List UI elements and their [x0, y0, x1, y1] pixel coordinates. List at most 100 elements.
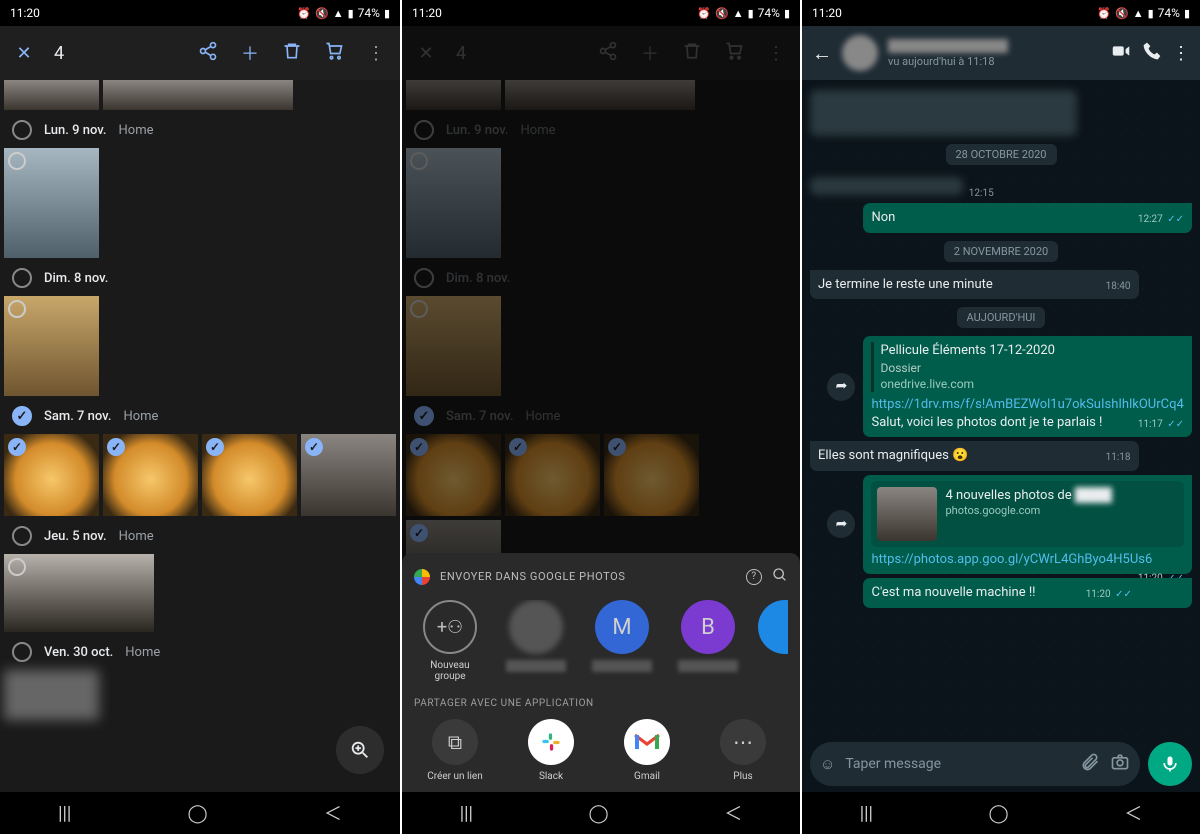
help-icon[interactable]: ?	[746, 569, 762, 585]
new-group-icon: +⚇	[423, 600, 477, 654]
date-section[interactable]: Ven. 30 oct. Home	[0, 632, 400, 670]
share-sheet[interactable]: ENVOYER DANS GOOGLE PHOTOS ? +⚇ Nouveau …	[402, 553, 800, 792]
photo-thumb[interactable]: ✓	[4, 434, 99, 516]
link-preview[interactable]: Pellicule Éléments 17-12-2020 Dossier on…	[871, 342, 1184, 392]
message-field[interactable]: ☺ Taper message	[810, 742, 1140, 786]
zoom-fab[interactable]	[336, 726, 384, 774]
forward-icon[interactable]: ➦	[827, 510, 855, 538]
select-day-checkbox[interactable]	[12, 120, 32, 140]
voice-call-icon[interactable]	[1142, 41, 1162, 66]
back-button[interactable]: ＜	[724, 800, 742, 826]
avatar: B	[681, 600, 735, 654]
home-button[interactable]: ◯	[589, 803, 609, 824]
home-button[interactable]: ◯	[989, 803, 1009, 824]
emoji-icon[interactable]: ☺	[820, 755, 835, 773]
message-out-link[interactable]: ➦ 4 nouvelles photos de ████ photos.goog…	[863, 475, 1192, 575]
share-icon[interactable]	[196, 41, 220, 66]
back-icon[interactable]: ←	[812, 41, 832, 66]
photo-thumb: ✓	[604, 434, 699, 516]
thumb-checkbox[interactable]	[8, 558, 26, 576]
share-icon[interactable]	[596, 41, 620, 66]
wifi-icon: ▲	[1133, 7, 1144, 20]
date-section[interactable]: Sam. 7 nov. Home	[0, 396, 400, 434]
add-icon[interactable]: ＋	[638, 40, 662, 66]
thumb-checkbox[interactable]	[8, 300, 26, 318]
photo-thumb[interactable]: ✓	[103, 434, 198, 516]
date-section[interactable]: Jeu. 5 nov. Home	[0, 516, 400, 554]
avatar[interactable]	[842, 35, 878, 71]
contact-name	[888, 39, 1008, 53]
back-button[interactable]: ＜	[324, 800, 342, 826]
thumb-checkbox[interactable]: ✓	[206, 438, 224, 456]
thumb-checkbox[interactable]: ✓	[8, 438, 26, 456]
section-date: Lun. 9 nov.	[44, 123, 107, 138]
photos-top-bar: ✕ 4 ＋ ⋮	[0, 26, 400, 80]
select-day-checkbox[interactable]	[12, 526, 32, 546]
trash-icon[interactable]	[680, 41, 704, 66]
photo-thumb[interactable]: ✓	[301, 434, 396, 516]
trash-icon[interactable]	[280, 41, 304, 66]
more-icon[interactable]: ⋮	[764, 43, 788, 64]
share-app-gmail[interactable]: Gmail	[612, 719, 682, 782]
camera-icon[interactable]	[1110, 752, 1130, 776]
thumb-checkbox[interactable]: ✓	[107, 438, 125, 456]
select-day-checkbox[interactable]	[12, 406, 32, 426]
new-group-button[interactable]: +⚇ Nouveau groupe	[414, 600, 486, 682]
more-icon[interactable]: ⋮	[1172, 43, 1190, 64]
video-call-icon[interactable]	[1110, 40, 1132, 67]
date-section[interactable]: Lun. 9 nov. Home	[0, 110, 400, 148]
select-day-checkbox[interactable]	[12, 642, 32, 662]
add-icon[interactable]: ＋	[238, 40, 262, 66]
more-apps-icon: ⋯	[720, 719, 766, 765]
close-icon[interactable]: ✕	[12, 43, 36, 64]
close-icon[interactable]: ✕	[414, 43, 438, 64]
forward-icon[interactable]: ➦	[827, 373, 855, 401]
chat-title[interactable]: vu aujourd'hui à 11:18	[888, 39, 1100, 68]
preview-domain: onedrive.live.com	[880, 376, 1184, 392]
mic-button[interactable]	[1148, 742, 1192, 786]
android-nav: ||| ◯ ＜	[0, 792, 400, 834]
share-contact[interactable]: B	[672, 600, 744, 682]
create-link-button[interactable]: ⧉ Créer un lien	[420, 719, 490, 782]
message-in[interactable]: Je termine le reste une minute 18:40	[810, 270, 1139, 300]
message-link[interactable]: https://photos.app.goo.gl/yCWrL4GhByo4H5…	[871, 552, 1152, 567]
section-location: Home	[125, 645, 160, 660]
share-contact[interactable]	[758, 600, 788, 682]
more-icon[interactable]: ⋮	[364, 43, 388, 64]
contact-label	[592, 660, 652, 672]
cart-icon[interactable]	[722, 41, 746, 66]
share-contact[interactable]	[500, 600, 572, 682]
link-preview[interactable]: 4 nouvelles photos de ████ photos.google…	[871, 481, 1184, 547]
attach-icon[interactable]	[1080, 752, 1100, 776]
message-out-link[interactable]: ➦ Pellicule Éléments 17-12-2020 Dossier …	[863, 336, 1192, 437]
photo-thumb[interactable]	[4, 148, 99, 258]
photo-thumb[interactable]	[4, 80, 99, 110]
message-out[interactable]: C'est ma nouvelle machine !! 11:20 ✓✓	[863, 578, 1192, 608]
cart-icon[interactable]	[322, 41, 346, 66]
share-contact[interactable]: M	[586, 600, 658, 682]
home-button[interactable]: ◯	[188, 803, 208, 824]
photo-thumb[interactable]	[4, 296, 99, 396]
date-section[interactable]: Dim. 8 nov.	[0, 258, 400, 296]
photo-thumb[interactable]: ✓	[202, 434, 297, 516]
thumb-checkbox[interactable]	[8, 152, 26, 170]
recents-button[interactable]: |||	[860, 803, 873, 824]
message-in[interactable]: Elles sont magnifiques 😮 11:18	[810, 441, 1139, 471]
select-day-checkbox[interactable]	[12, 268, 32, 288]
back-button[interactable]: ＜	[1124, 800, 1142, 826]
recents-button[interactable]: |||	[460, 803, 473, 824]
recents-button[interactable]: |||	[58, 803, 71, 824]
thumb-checkbox[interactable]: ✓	[305, 438, 323, 456]
photo-thumb[interactable]	[4, 554, 154, 632]
message-link[interactable]: https://1drv.ms/f/s!AmBEZWol1u7okSuIshIh…	[871, 397, 1183, 412]
share-app-slack[interactable]: Slack	[516, 719, 586, 782]
photo-thumb[interactable]	[103, 80, 293, 110]
chat-body[interactable]: 28 OCTOBRE 2020 12:15 Non 12:27 ✓✓ 2 NOV…	[802, 80, 1200, 834]
share-app-more[interactable]: ⋯ Plus	[708, 719, 778, 782]
search-icon[interactable]	[772, 567, 788, 586]
photo-thumb[interactable]	[4, 670, 99, 720]
section-date: Dim. 8 nov.	[44, 271, 108, 286]
message-out[interactable]: Non 12:27 ✓✓	[863, 203, 1192, 233]
mute-icon: 🔇	[315, 7, 329, 20]
preview-image	[877, 487, 937, 541]
